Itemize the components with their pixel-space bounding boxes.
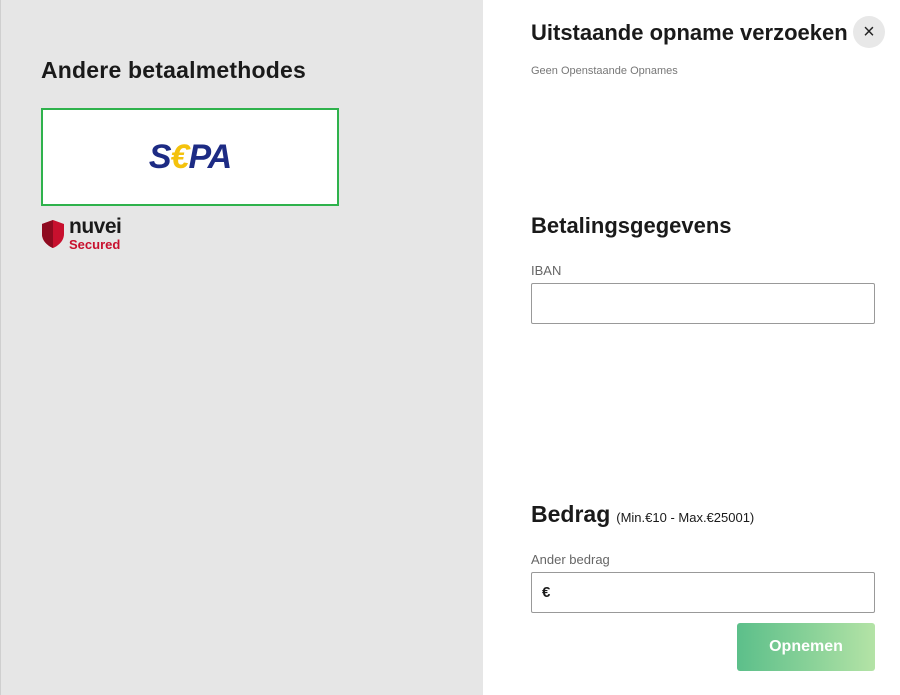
shield-icon	[42, 219, 64, 248]
nuvei-secured-badge: nuvei Secured	[41, 215, 122, 252]
payment-details-title: Betalingsgegevens	[531, 213, 732, 238]
close-icon: ×	[863, 21, 875, 43]
amount-range: (Min.€10 - Max.€25001)	[616, 510, 755, 525]
iban-input[interactable]	[531, 283, 875, 324]
nuvei-secured-label: Secured	[69, 237, 121, 252]
amount-heading: Bedrag (Min.€10 - Max.€25001)	[531, 501, 754, 528]
close-button[interactable]: ×	[853, 16, 885, 48]
euro-icon: €	[542, 584, 551, 601]
pending-withdrawals-title: Uitstaande opname verzoeken	[531, 20, 848, 45]
sepa-method-card[interactable]: S€PA	[41, 108, 339, 206]
payment-methods-panel: Andere betaalmethodes S€PA nuvei Secured	[0, 0, 483, 695]
amount-field[interactable]: €	[531, 572, 875, 613]
payment-methods-title: Andere betaalmethodes	[41, 57, 306, 83]
sepa-logo: S€PA	[148, 137, 232, 176]
iban-label: IBAN	[531, 263, 562, 278]
withdraw-button[interactable]: Opnemen	[737, 623, 875, 671]
pending-empty-text: Geen Openstaande Opnames	[531, 65, 678, 77]
amount-input[interactable]	[550, 573, 874, 612]
amount-label: Ander bedrag	[531, 552, 610, 567]
nuvei-brand: nuvei	[69, 215, 122, 238]
amount-title: Bedrag	[531, 501, 611, 527]
withdrawal-panel: Uitstaande opname verzoeken × Geen Opens…	[483, 0, 900, 695]
